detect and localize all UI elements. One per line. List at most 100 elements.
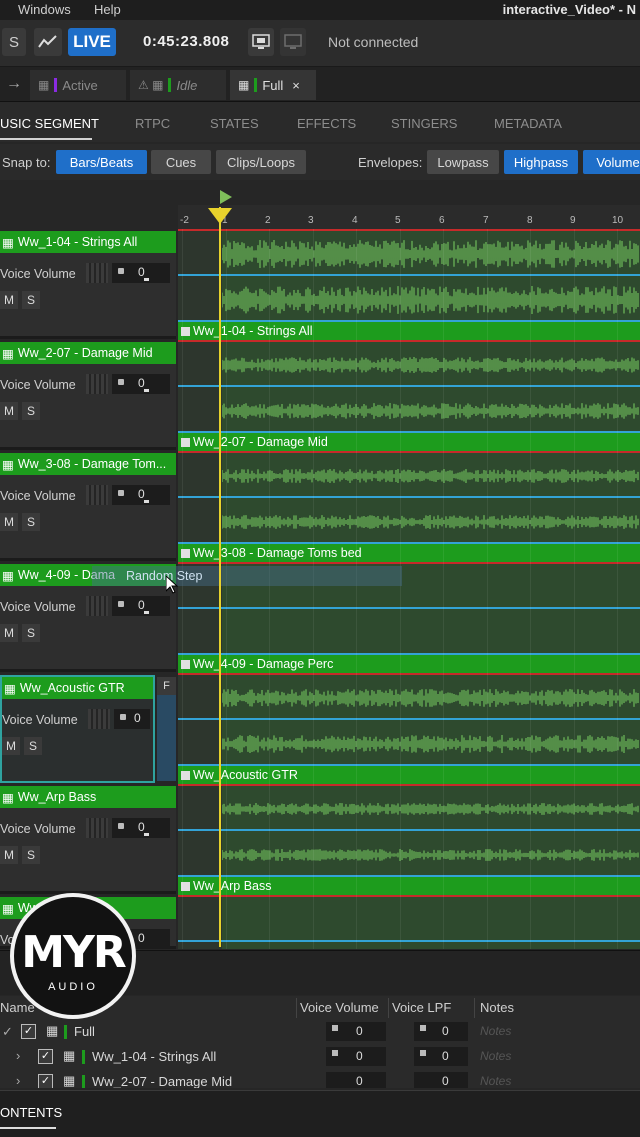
track-lane[interactable] xyxy=(178,895,640,949)
row-checkbox[interactable]: ✓ xyxy=(21,1024,36,1039)
track-name-bar[interactable]: ▦ Ww_Arp Bass xyxy=(0,786,176,808)
snap-cues[interactable]: Cues xyxy=(151,150,211,174)
track-header[interactable]: ▦ Ww_Arp Bass Voice Volume 0 M S xyxy=(0,786,176,894)
solo-button[interactable]: S xyxy=(22,513,40,531)
segment-clip-label[interactable]: Ww_Arp Bass xyxy=(178,877,640,895)
row-checkbox[interactable]: ✓ xyxy=(38,1074,53,1088)
tab-active[interactable]: ▦ Active xyxy=(30,70,126,100)
grid-icon: ▦ xyxy=(46,1023,59,1038)
voice-volume-slider[interactable]: 0 xyxy=(88,709,150,729)
disconnect-button[interactable] xyxy=(280,28,306,56)
voice-volume-slider[interactable]: 0 xyxy=(86,818,170,838)
solo-button[interactable]: S xyxy=(24,737,42,755)
track-name-bar[interactable]: ▦ Ww_Acoustic GTR xyxy=(2,677,153,699)
timeline-ruler[interactable]: -2 1 2 3 4 5 6 7 8 9 10 xyxy=(178,205,640,230)
voice-lpf-cell[interactable]: 0 xyxy=(414,1022,468,1041)
tab-music-segment[interactable]: USIC SEGMENT xyxy=(0,116,99,131)
column-voice-volume[interactable]: Voice Volume xyxy=(300,1000,379,1015)
solo-button[interactable]: S xyxy=(22,291,40,309)
track-header[interactable]: ▦ Ww_3-08 - Damage Tom... Voice Volume 0 … xyxy=(0,453,176,561)
logo-text: MYR xyxy=(21,927,127,978)
tab-idle[interactable]: ⚠ ▦ Idle xyxy=(130,70,226,100)
close-icon[interactable]: × xyxy=(292,78,300,93)
fx-button[interactable]: F xyxy=(157,677,176,695)
notes-cell[interactable]: Notes xyxy=(480,1074,511,1088)
voice-volume-slider[interactable]: 0 xyxy=(86,596,170,616)
voice-volume-slider[interactable]: 0 xyxy=(86,485,170,505)
solo-button[interactable]: S xyxy=(22,624,40,642)
column-voice-lpf[interactable]: Voice LPF xyxy=(392,1000,451,1015)
menu-windows[interactable]: Windows xyxy=(18,2,71,17)
track-icon: ▦ xyxy=(63,1073,76,1088)
row-checkbox[interactable]: ✓ xyxy=(38,1049,53,1064)
profiler-graph-button[interactable] xyxy=(34,28,62,56)
voice-volume-slider[interactable]: 0 xyxy=(86,263,170,283)
live-button[interactable]: LIVE xyxy=(68,28,116,56)
voice-lpf-cell[interactable]: 0 xyxy=(414,1047,468,1066)
track-name-bar[interactable]: ▦ Ww_1-04 - Strings All xyxy=(0,231,176,253)
segment-clip-label[interactable]: Ww_3-08 - Damage Toms bed xyxy=(178,544,640,562)
chevron-right-icon[interactable]: › xyxy=(16,1073,20,1088)
menu-help[interactable]: Help xyxy=(94,2,121,17)
voice-lpf-value: 0 xyxy=(442,1024,449,1038)
track-header[interactable]: ▦ Ww_1-04 - Strings All Voice Volume 0 M … xyxy=(0,231,176,339)
notes-cell[interactable]: Notes xyxy=(480,1049,511,1063)
track-header[interactable]: ▦ Ww_2-07 - Damage Mid Voice Volume 0 M S xyxy=(0,342,176,450)
envelope-highpass[interactable]: Highpass xyxy=(504,150,578,174)
track-lane[interactable]: Ww_3-08 - Damage Toms bed xyxy=(178,451,640,562)
tab-effects[interactable]: EFFECTS xyxy=(297,116,356,131)
snap-clips-loops[interactable]: Clips/Loops xyxy=(216,150,306,174)
segment-clip-label[interactable]: Ww_1-04 - Strings All xyxy=(178,322,640,340)
voice-volume-slider[interactable]: 0 xyxy=(86,374,170,394)
tab-metadata[interactable]: METADATA xyxy=(494,116,562,131)
column-notes[interactable]: Notes xyxy=(480,1000,514,1015)
mute-button[interactable]: M xyxy=(0,402,18,420)
tab-stingers[interactable]: STINGERS xyxy=(391,116,457,131)
segment-clip-label[interactable]: Ww_4-09 - Damage Perc xyxy=(178,655,640,673)
voice-volume-cell[interactable]: 0 xyxy=(326,1072,386,1088)
track-header-selected[interactable]: ▦ Ww_Acoustic GTR Voice Volume 0 M S xyxy=(0,675,155,783)
track-lane[interactable]: Ww_Arp Bass xyxy=(178,784,640,895)
mute-button[interactable]: M xyxy=(0,624,18,642)
track-name-bar[interactable]: ▦ Ww_3-08 - Damage Tom... xyxy=(0,453,176,475)
tab-rtpc[interactable]: RTPC xyxy=(135,116,170,131)
track-lane[interactable]: Ww_Acoustic GTR xyxy=(178,673,640,784)
playhead-line[interactable] xyxy=(219,207,221,947)
track-lane[interactable]: Ww_1-04 - Strings All xyxy=(178,229,640,340)
voice-volume-cell[interactable]: 0 xyxy=(326,1022,386,1041)
track-lane[interactable]: Ww_2-07 - Damage Mid xyxy=(178,340,640,451)
bar-gridline xyxy=(182,229,183,949)
envelope-lowpass[interactable]: Lowpass xyxy=(427,150,499,174)
connect-button[interactable] xyxy=(248,28,274,56)
entry-cue-flag[interactable] xyxy=(220,190,232,204)
audio-waveform xyxy=(222,357,639,373)
chevron-right-icon[interactable]: › xyxy=(16,1048,20,1063)
s-button[interactable]: S xyxy=(2,28,26,56)
envelope-volume[interactable]: Volume xyxy=(583,150,640,174)
tab-contents[interactable]: ONTENTS xyxy=(0,1105,62,1120)
arrow-right-icon[interactable]: → xyxy=(6,75,22,93)
segment-clip-label[interactable]: Ww_2-07 - Damage Mid xyxy=(178,433,640,451)
list-row[interactable]: › ✓ ▦ Ww_1-04 - Strings All 0 0 Notes xyxy=(0,1045,640,1069)
audio-waveform xyxy=(222,240,639,268)
notes-cell[interactable]: Notes xyxy=(480,1024,511,1038)
audio-waveform xyxy=(222,515,639,529)
list-row[interactable]: › ✓ ▦ Ww_2-07 - Damage Mid 0 0 Notes xyxy=(0,1070,640,1088)
snap-bars-beats[interactable]: Bars/Beats xyxy=(56,150,147,174)
voice-lpf-cell[interactable]: 0 xyxy=(414,1072,468,1088)
mute-button[interactable]: M xyxy=(0,291,18,309)
mute-button[interactable]: M xyxy=(2,737,20,755)
list-row[interactable]: ✓ ✓ ▦ Full 0 0 Notes xyxy=(0,1020,640,1044)
tab-full[interactable]: ▦ Full × xyxy=(230,70,316,100)
mute-button[interactable]: M xyxy=(0,513,18,531)
mute-button[interactable]: M xyxy=(0,846,18,864)
solo-button[interactable]: S xyxy=(22,846,40,864)
segment-clip-label[interactable]: Ww_Acoustic GTR xyxy=(178,766,640,784)
playhead-marker[interactable] xyxy=(208,208,232,224)
voice-volume-cell[interactable]: 0 xyxy=(326,1047,386,1066)
myr-audio-logo: MYR AUDIO xyxy=(10,893,136,1019)
solo-button[interactable]: S xyxy=(22,402,40,420)
track-name-bar[interactable]: ▦ Ww_2-07 - Damage Mid xyxy=(0,342,176,364)
timeline-area[interactable]: Ww_1-04 - Strings All Ww_2-07 - Damage Mi… xyxy=(178,229,640,949)
tab-states[interactable]: STATES xyxy=(210,116,259,131)
